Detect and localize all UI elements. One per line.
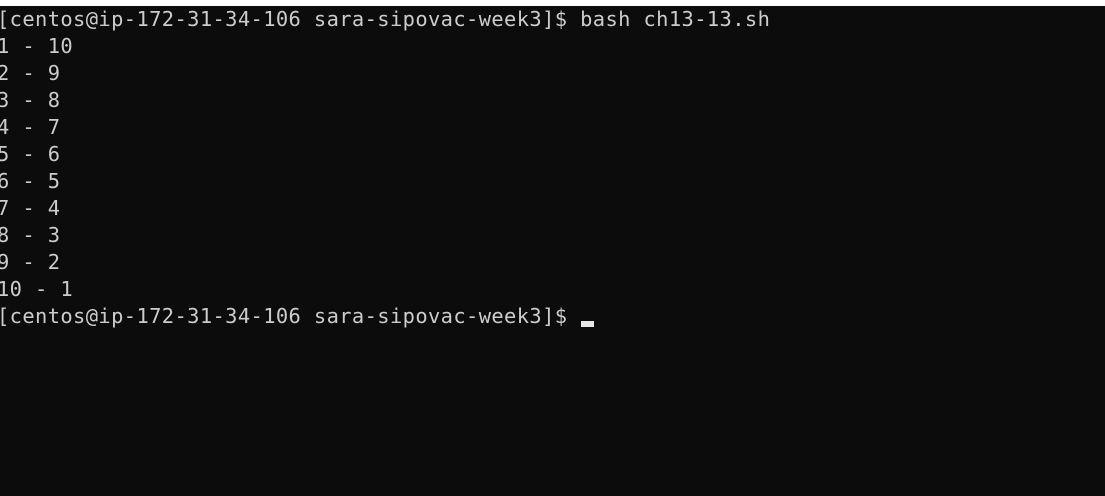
output-line: 5 - 6 (0, 142, 61, 166)
output-line: 8 - 3 (0, 223, 61, 247)
shell-prompt: [centos@ip-172-31-34-106 sara-sipovac-we… (0, 304, 581, 328)
output-line: 1 - 10 (0, 34, 74, 58)
terminal-output: [centos@ip-172-31-34-106 sara-sipovac-we… (0, 6, 770, 330)
output-line: 7 - 4 (0, 196, 61, 220)
command-line: [centos@ip-172-31-34-106 sara-sipovac-we… (0, 7, 771, 31)
prompt-line[interactable]: [centos@ip-172-31-34-106 sara-sipovac-we… (0, 303, 770, 330)
text-cursor (581, 321, 595, 327)
output-line: 10 - 1 (0, 277, 74, 301)
output-line: 2 - 9 (0, 61, 61, 85)
output-line: 6 - 5 (0, 169, 61, 193)
terminal-window[interactable]: [centos@ip-172-31-34-106 sara-sipovac-we… (0, 6, 1105, 496)
output-line: 9 - 2 (0, 250, 61, 274)
output-line: 3 - 8 (0, 88, 61, 112)
output-line: 4 - 7 (0, 115, 61, 139)
